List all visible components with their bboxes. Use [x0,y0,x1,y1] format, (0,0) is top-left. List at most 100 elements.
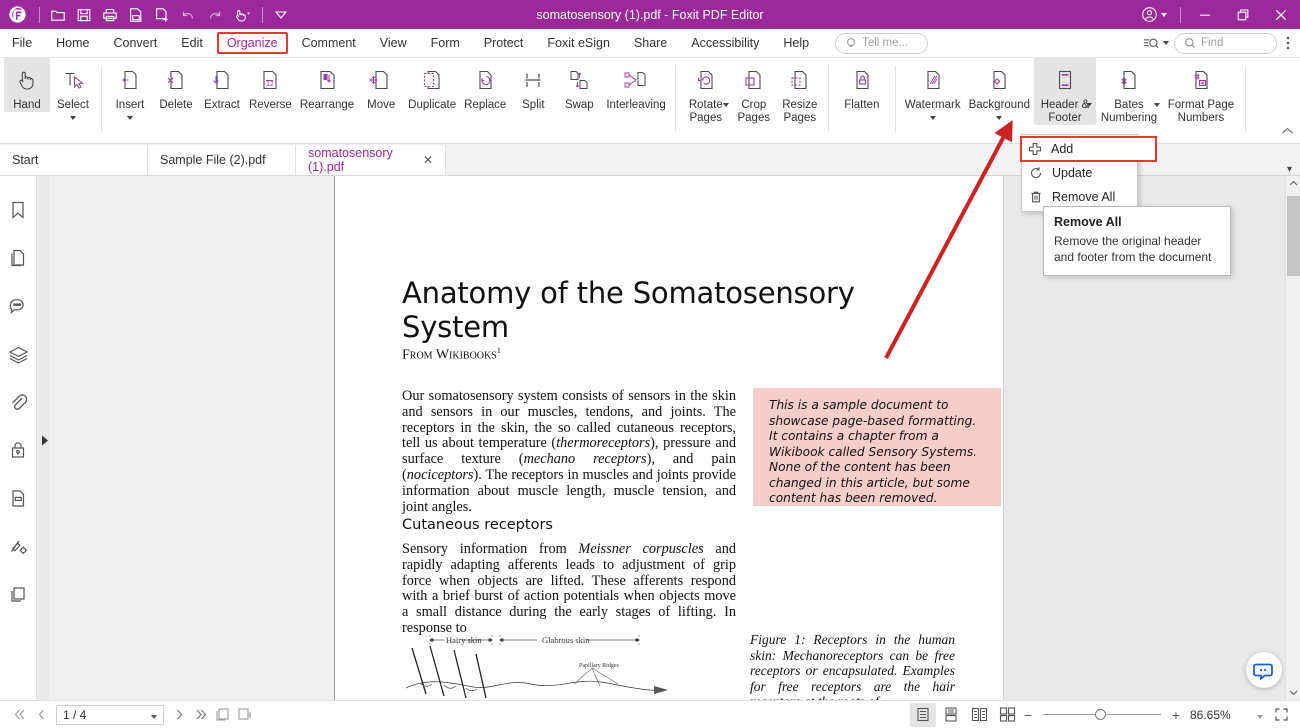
vertical-scrollbar[interactable] [1285,176,1300,700]
crop-pages-button[interactable]: Crop Pages [731,58,777,125]
menu-item-edit[interactable]: Edit [171,32,213,54]
undo-icon[interactable] [175,2,201,28]
tab-close-icon[interactable]: ✕ [423,153,433,167]
first-page-icon[interactable] [8,704,30,726]
zoom-slider[interactable] [1043,709,1161,720]
menu-item-share[interactable]: Share [624,32,677,54]
interleaving-button[interactable]: Interleaving [602,58,669,112]
restore-button[interactable] [1224,0,1262,29]
menu-item-view[interactable]: View [370,32,417,54]
scrollbar-thumb[interactable] [1287,196,1300,276]
redo-icon[interactable] [201,2,227,28]
signatures-icon[interactable] [6,534,30,558]
rotate-pages-button[interactable]: Rotate Pages [681,58,731,125]
zoom-dropdown-icon[interactable] [1257,708,1268,722]
menu-item-form[interactable]: Form [421,32,470,54]
dropdown-item-update[interactable]: Update [1022,161,1137,185]
minimize-button[interactable] [1186,0,1224,29]
page-dropdown-icon[interactable] [151,708,157,722]
single-page-view-icon[interactable] [910,702,936,727]
menu-item-foxit-esign[interactable]: Foxit eSign [537,32,620,54]
move-pages-button[interactable]: Move [358,58,404,112]
dropdown-item-add[interactable]: Add [1020,136,1157,162]
create-pdf-icon[interactable] [149,2,175,28]
reverse-pages-button[interactable]: 12 Reverse [245,58,296,112]
watermark-caret[interactable] [929,112,936,123]
background-caret[interactable] [996,112,1003,123]
next-page-icon[interactable] [168,704,190,726]
menu-item-home[interactable]: Home [46,32,99,54]
bates-caret[interactable] [1153,99,1160,110]
bookmarks-icon[interactable] [6,198,30,222]
scroll-up-icon[interactable] [1286,176,1300,191]
print-icon[interactable] [97,2,123,28]
expand-panel-button[interactable] [40,432,50,448]
fit-page-icon[interactable] [212,704,234,726]
facing-view-icon[interactable] [966,703,992,727]
tab-somatosensory[interactable]: somatosensory (1).pdf ✕ [296,145,446,175]
stamps-icon[interactable] [6,582,30,606]
save-as-icon[interactable] [123,2,149,28]
tab-start[interactable]: Start [0,145,148,175]
header-footer-button[interactable]: Header & Footer [1033,58,1096,125]
hand-tool-button[interactable]: Hand [4,58,50,112]
insert-caret[interactable] [127,112,133,123]
resize-pages-button[interactable]: Resize Pages [777,58,823,125]
zoom-in-button[interactable]: + [1170,707,1182,723]
layers-icon[interactable] [6,342,30,366]
menu-item-help[interactable]: Help [773,32,819,54]
select-tool-button[interactable]: Select [50,58,96,123]
touch-mode-icon[interactable] [227,2,257,28]
foxit-logo-icon[interactable] [0,0,34,29]
customize-toolbar-icon[interactable] [268,2,294,28]
attachments-icon[interactable] [6,390,30,414]
menu-item-organize[interactable]: Organize [216,32,288,54]
pdf-page[interactable]: Anatomy of the Somatosensory System From… [336,176,1004,700]
ribbon-collapse-button[interactable] [1281,126,1294,139]
last-page-icon[interactable] [190,704,212,726]
fit-width-icon[interactable] [234,704,256,726]
background-button[interactable]: Background [965,58,1034,123]
zoom-level-input[interactable]: 86.65% [1184,704,1268,725]
fullscreen-icon[interactable] [1270,704,1292,726]
tab-sample-file[interactable]: Sample File (2).pdf [148,145,296,175]
account-icon[interactable] [1133,0,1175,29]
duplicate-pages-button[interactable]: Duplicate [404,58,460,112]
select-caret[interactable] [70,112,76,123]
replace-pages-button[interactable]: Replace [460,58,510,112]
format-page-numbers-button[interactable]: Format Page Numbers [1162,58,1240,125]
fields-icon[interactable] [6,486,30,510]
tab-overflow-icon[interactable]: ▾ [1287,164,1300,175]
menu-item-file[interactable]: File [2,32,42,54]
previous-page-icon[interactable] [30,704,52,726]
more-options-icon[interactable] [1282,35,1294,51]
rotate-caret[interactable] [722,99,729,110]
page-number-input[interactable]: 1 / 4 [56,704,164,725]
continuous-view-icon[interactable] [938,703,964,727]
menu-item-protect[interactable]: Protect [474,32,534,54]
delete-pages-button[interactable]: Delete [153,58,199,112]
page-thumbnails-icon[interactable] [6,246,30,270]
swap-pages-button[interactable]: Swap [556,58,602,112]
extract-pages-button[interactable]: Extract [199,58,245,112]
zoom-slider-handle[interactable] [1095,709,1106,720]
scroll-down-icon[interactable] [1286,685,1300,700]
bates-numbering-button[interactable]: Bates Numbering [1096,58,1162,125]
comments-icon[interactable] [6,294,30,318]
search-options-icon[interactable] [1143,36,1169,51]
menu-item-comment[interactable]: Comment [292,32,366,54]
chat-assistant-button[interactable] [1246,652,1282,688]
menu-item-accessibility[interactable]: Accessibility [681,32,769,54]
tell-me-search[interactable]: Tell me... [835,32,929,54]
rearrange-pages-button[interactable]: Rearrange [296,58,358,112]
insert-pages-button[interactable]: Insert [107,58,153,123]
security-icon[interactable] [6,438,30,462]
zoom-out-button[interactable]: − [1022,707,1034,723]
flatten-button[interactable]: Flatten [834,58,890,112]
save-icon[interactable] [71,2,97,28]
close-button[interactable] [1262,0,1300,29]
find-input[interactable]: Find [1174,32,1277,54]
open-icon[interactable] [45,2,71,28]
header-footer-caret[interactable] [1085,99,1092,110]
watermark-button[interactable]: Watermark [901,58,965,123]
